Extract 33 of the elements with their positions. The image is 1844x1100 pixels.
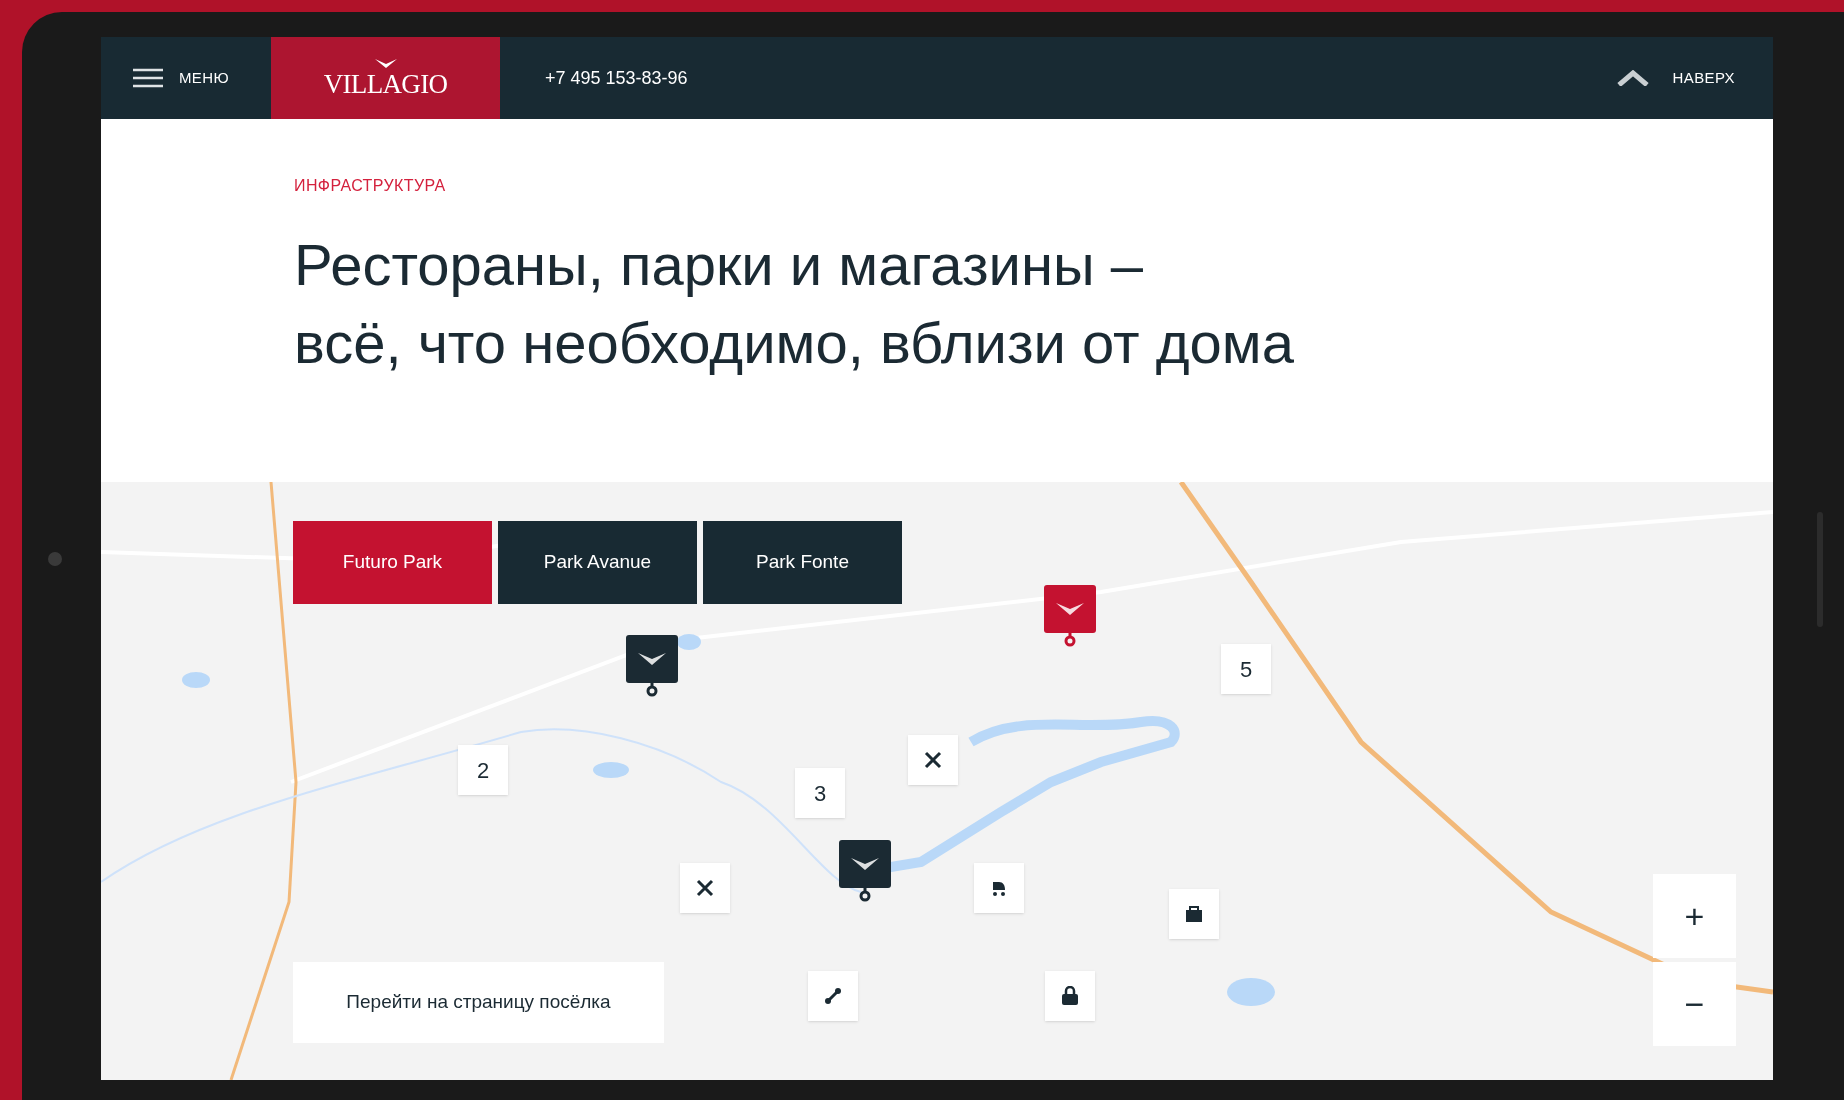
logo[interactable]: VILLAGIO xyxy=(271,37,500,119)
map-count-marker[interactable]: 5 xyxy=(1221,644,1271,694)
map-pin[interactable] xyxy=(839,840,891,902)
village-tab[interactable]: Futuro Park xyxy=(293,521,492,604)
lake xyxy=(182,672,210,688)
map-count-marker[interactable]: 3 xyxy=(795,768,845,818)
map-marker[interactable] xyxy=(1045,971,1095,1021)
map-marker[interactable] xyxy=(680,863,730,913)
village-tab[interactable]: Park Avanue xyxy=(498,521,697,604)
section-label: ИНФРАСТРУКТУРА xyxy=(294,176,447,196)
zoom-out-button[interactable]: − xyxy=(1653,962,1736,1046)
heading-line: всё, что необходимо, вблизи от дома xyxy=(294,309,1294,377)
map-marker[interactable] xyxy=(974,863,1024,913)
heading-line: Рестораны, парки и магазины – xyxy=(294,231,1144,299)
phone-number[interactable]: +7 495 153-83-96 xyxy=(545,64,688,92)
map-pin[interactable] xyxy=(626,635,678,697)
lock-icon xyxy=(1060,986,1080,1006)
map-marker[interactable] xyxy=(808,971,858,1021)
zoom-in-button[interactable]: + xyxy=(1653,874,1736,958)
village-tab[interactable]: Park Fonte xyxy=(703,521,902,604)
menu-icon xyxy=(133,68,163,88)
briefcase-icon xyxy=(1184,904,1204,924)
go-to-village-button[interactable]: Перейти на страницу посёлка xyxy=(293,962,664,1043)
map-count-marker[interactable]: 2 xyxy=(458,745,508,795)
map-marker[interactable] xyxy=(908,735,958,785)
lake xyxy=(677,634,701,650)
chevron-up-icon xyxy=(1616,70,1649,86)
menu-button[interactable]: МЕНЮ xyxy=(101,66,271,90)
map-marker[interactable] xyxy=(1169,889,1219,939)
lake xyxy=(1227,978,1275,1006)
lake xyxy=(593,762,629,778)
logo-mark-icon xyxy=(374,58,397,69)
back-to-top-button[interactable]: НАВЕРХ xyxy=(1616,66,1735,90)
